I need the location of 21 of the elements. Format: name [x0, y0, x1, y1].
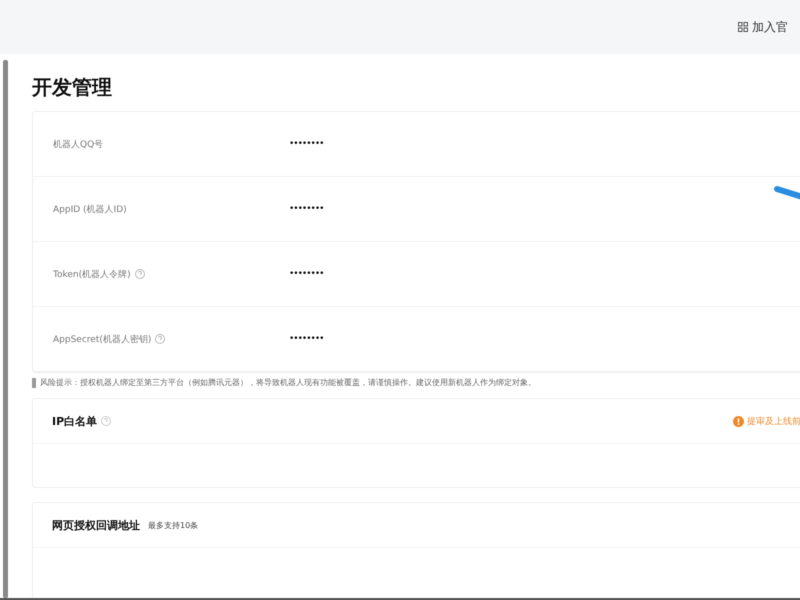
section-title: 网页授权回调地址 — [52, 518, 140, 532]
field-label: AppSecret(机器人密钥) — [53, 334, 152, 346]
masked-value: •••••••• — [289, 139, 324, 149]
limit-note: 最多支持10条 — [148, 520, 198, 530]
masked-value: •••••••• — [289, 269, 324, 279]
scrollbar[interactable] — [3, 60, 8, 598]
masked-value: •••••••• — [289, 204, 324, 214]
join-official-link[interactable]: 加入官 — [738, 18, 788, 36]
field-label: Token(机器人令牌) — [53, 268, 131, 280]
masked-value: •••••••• — [289, 334, 324, 344]
grid-icon — [738, 22, 748, 32]
help-icon[interactable] — [155, 334, 166, 344]
help-icon[interactable] — [134, 269, 145, 279]
field-label: AppID (机器人ID) — [53, 204, 127, 216]
field-label: 机器人QQ号 — [53, 138, 104, 150]
help-icon[interactable] — [101, 416, 112, 426]
section-title: IP白名单 — [52, 414, 98, 428]
page-title: 开发管理 — [32, 74, 113, 101]
notice-bar — [32, 378, 36, 388]
warning-icon — [733, 416, 744, 427]
risk-notice: 风险提示：授权机器人绑定至第三方平台（例如腾讯元器），将导致机器人现有功能被覆盖，请谨慎操作。建议使用新机器人作为绑定对象。 — [40, 377, 536, 388]
